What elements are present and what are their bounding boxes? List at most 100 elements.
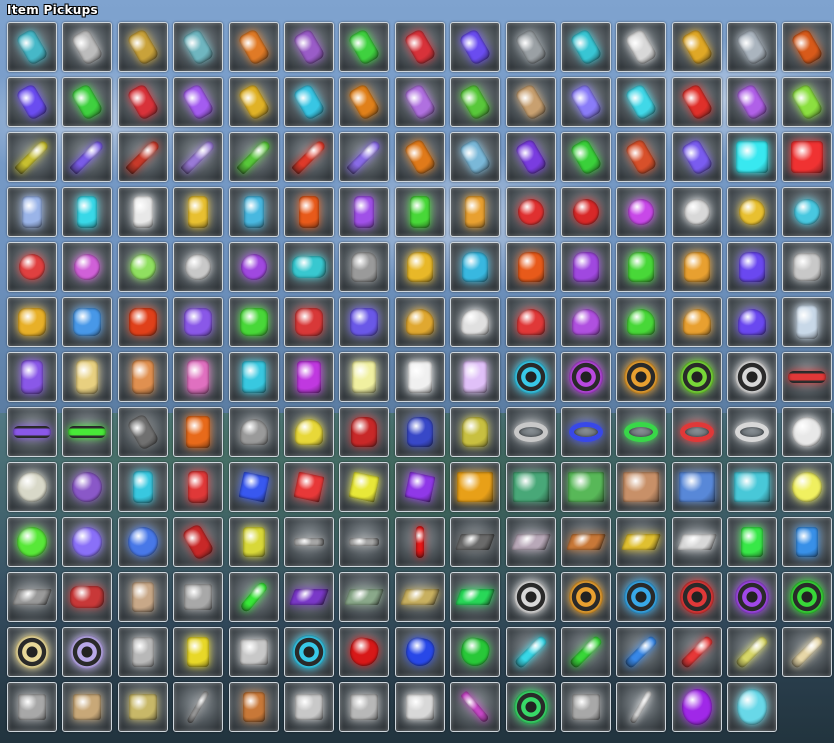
item-slot[interactable] [450,132,501,182]
item-slot[interactable] [616,22,667,72]
item-slot[interactable] [560,627,611,677]
item-slot[interactable] [782,22,833,72]
item-slot[interactable] [671,572,722,622]
item-slot[interactable] [7,242,57,292]
item-slot[interactable] [228,627,279,677]
item-slot[interactable] [283,627,334,677]
item-slot[interactable] [117,297,168,347]
item-slot[interactable] [671,242,722,292]
item-slot[interactable] [450,187,501,237]
item-slot[interactable] [117,352,168,402]
item-slot[interactable] [394,517,445,567]
item-slot[interactable] [727,517,778,567]
item-slot[interactable] [117,627,168,677]
item-slot[interactable] [782,572,833,622]
item-slot[interactable] [727,187,778,237]
item-slot[interactable] [228,462,279,512]
item-slot[interactable] [173,572,224,622]
item-slot[interactable] [62,682,113,732]
item-slot[interactable] [450,572,501,622]
item-slot[interactable] [62,132,113,182]
item-slot[interactable] [505,572,556,622]
item-slot[interactable] [505,132,556,182]
item-slot[interactable] [7,682,57,732]
item-slot[interactable] [671,682,722,732]
item-slot[interactable] [727,352,778,402]
item-slot[interactable] [62,407,113,457]
item-slot[interactable] [560,242,611,292]
item-slot[interactable] [62,187,113,237]
item-slot[interactable] [782,352,833,402]
item-slot[interactable] [560,352,611,402]
item-slot[interactable] [7,517,57,567]
item-slot[interactable] [228,187,279,237]
item-slot[interactable] [450,407,501,457]
item-slot[interactable] [505,242,556,292]
item-slot[interactable] [727,462,778,512]
item-slot[interactable] [283,517,334,567]
item-slot[interactable] [782,517,833,567]
item-slot[interactable] [62,517,113,567]
item-slot[interactable] [7,132,57,182]
item-slot[interactable] [616,352,667,402]
item-slot[interactable] [616,242,667,292]
item-slot[interactable] [727,132,778,182]
item-slot[interactable] [7,462,57,512]
item-slot[interactable] [228,132,279,182]
item-slot[interactable] [7,572,57,622]
item-slot[interactable] [505,352,556,402]
item-slot[interactable] [560,77,611,127]
item-slot[interactable] [505,297,556,347]
item-slot[interactable] [616,407,667,457]
item-slot[interactable] [117,462,168,512]
item-slot[interactable] [62,462,113,512]
item-slot[interactable] [173,462,224,512]
item-slot[interactable] [782,462,833,512]
item-slot[interactable] [62,297,113,347]
item-slot[interactable] [616,297,667,347]
item-slot[interactable] [505,462,556,512]
item-slot[interactable] [727,572,778,622]
item-slot[interactable] [283,462,334,512]
item-slot[interactable] [450,297,501,347]
item-slot[interactable] [394,572,445,622]
item-slot[interactable] [339,242,390,292]
item-slot[interactable] [283,77,334,127]
item-slot[interactable] [394,22,445,72]
item-slot[interactable] [560,682,611,732]
item-slot[interactable] [450,517,501,567]
item-slot[interactable] [173,187,224,237]
item-slot[interactable] [339,77,390,127]
item-slot[interactable] [450,22,501,72]
item-slot[interactable] [727,77,778,127]
item-slot[interactable] [173,407,224,457]
item-slot[interactable] [173,352,224,402]
item-slot[interactable] [727,627,778,677]
item-slot[interactable] [671,132,722,182]
item-slot[interactable] [560,462,611,512]
item-slot[interactable] [173,627,224,677]
item-slot[interactable] [228,242,279,292]
item-slot[interactable] [394,242,445,292]
item-slot[interactable] [727,682,778,732]
item-slot[interactable] [7,77,57,127]
item-slot[interactable] [117,242,168,292]
item-slot[interactable] [228,297,279,347]
item-slot[interactable] [671,517,722,567]
item-slot[interactable] [560,132,611,182]
item-slot[interactable] [505,627,556,677]
item-slot[interactable] [117,517,168,567]
item-slot[interactable] [228,572,279,622]
item-slot[interactable] [450,352,501,402]
item-slot[interactable] [62,77,113,127]
item-slot[interactable] [671,352,722,402]
item-slot[interactable] [283,572,334,622]
item-slot[interactable] [117,22,168,72]
item-slot[interactable] [339,22,390,72]
item-slot[interactable] [7,297,57,347]
item-slot[interactable] [173,132,224,182]
item-slot[interactable] [560,187,611,237]
item-slot[interactable] [671,22,722,72]
item-slot[interactable] [616,572,667,622]
item-slot[interactable] [782,297,833,347]
